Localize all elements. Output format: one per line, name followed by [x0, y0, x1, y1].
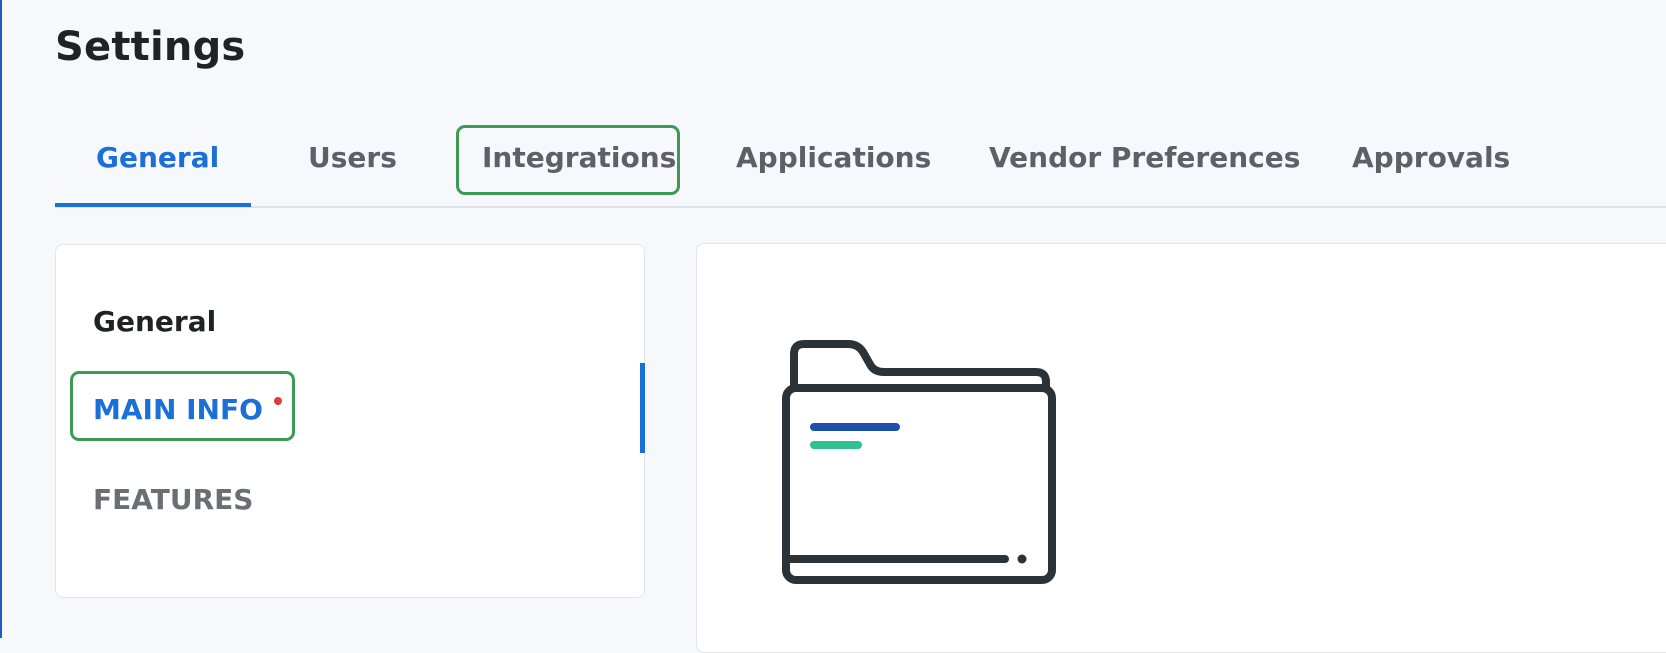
page-title: Settings — [55, 24, 246, 70]
section-nav-card: General MAIN INFO FEATURES — [55, 244, 645, 598]
window-left-edge — [0, 0, 2, 638]
settings-tabs: General Users Integrations Applications … — [55, 120, 1666, 208]
tab-users[interactable]: Users — [308, 120, 397, 196]
nav-item-features[interactable]: FEATURES — [93, 483, 253, 516]
active-section-indicator — [640, 363, 645, 453]
active-tab-indicator — [55, 203, 251, 207]
tab-applications[interactable]: Applications — [736, 120, 931, 196]
tab-approvals[interactable]: Approvals — [1352, 120, 1510, 196]
folder-icon — [782, 340, 1056, 584]
tab-general[interactable]: General — [96, 120, 219, 196]
tab-vendor-preferences[interactable]: Vendor Preferences — [989, 120, 1300, 196]
integrations-tab-highlight — [456, 125, 680, 195]
main-info-highlight — [70, 371, 295, 441]
section-nav-heading: General — [93, 305, 217, 338]
